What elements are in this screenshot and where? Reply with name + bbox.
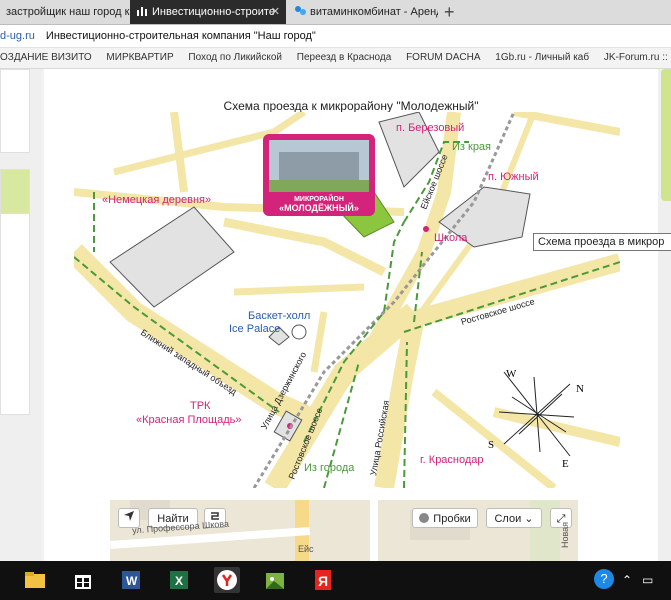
svg-text:X: X bbox=[175, 574, 183, 588]
word-icon[interactable]: W bbox=[118, 567, 144, 593]
new-tab-button[interactable]: + bbox=[444, 2, 455, 22]
street-label: Ейс bbox=[298, 544, 314, 554]
compass-n: N bbox=[576, 383, 584, 395]
svg-text:W: W bbox=[126, 574, 138, 588]
school-marker-icon bbox=[423, 226, 429, 232]
windows-taskbar: W X Я ? ⌃ ▭ bbox=[0, 561, 671, 600]
label-nemetskaya: «Немецкая деревня» bbox=[102, 194, 211, 206]
yandex-icon[interactable]: Я bbox=[310, 567, 336, 593]
left-panel-highlight bbox=[0, 169, 30, 215]
promo-line-1: МИКРОРАЙОН bbox=[294, 194, 344, 203]
right-column bbox=[658, 69, 671, 561]
left-column bbox=[0, 69, 42, 561]
tab-zastroishik[interactable]: застройщик наш город кра bbox=[0, 0, 130, 24]
bookmark-item[interactable]: 1Gb.ru - Личный каб bbox=[495, 52, 589, 63]
traffic-icon bbox=[419, 513, 430, 523]
chevron-up-icon[interactable]: ⌃ bbox=[622, 573, 632, 587]
compass-w: W bbox=[506, 368, 517, 380]
svg-text:Я: Я bbox=[318, 573, 328, 589]
close-tab-icon[interactable]: ✕ bbox=[271, 0, 280, 24]
basket-hall-marker bbox=[291, 324, 307, 340]
left-panel bbox=[0, 213, 30, 415]
browser-tab-bar: застройщик наш город кра Инвестиционно-с… bbox=[0, 0, 671, 25]
chevron-down-icon: ⌄ bbox=[524, 513, 534, 525]
label-shkola: Школа bbox=[434, 232, 468, 244]
traffic-button[interactable]: Пробки bbox=[412, 508, 478, 528]
bookmark-item[interactable]: Поход по Ликийской bbox=[188, 52, 282, 63]
interactive-map[interactable]: Найти Пробки Слои ⌄ ⤢ ул. Профессора Шко… bbox=[110, 500, 578, 562]
bookmark-item[interactable]: JK-Forum.ru :: Фору bbox=[604, 52, 671, 63]
label-berezovy: п. Березовый bbox=[396, 122, 464, 134]
tab-vitamin[interactable]: витаминкомбинат - Аренда bbox=[288, 0, 438, 24]
compass-s: S bbox=[488, 439, 494, 451]
label-iz-kraya: Из края bbox=[452, 141, 491, 153]
label-trk: ТРК bbox=[190, 400, 211, 412]
bookmark-item[interactable]: МИРКВАРТИР bbox=[106, 52, 173, 63]
url-text[interactable]: d-ug.ru bbox=[0, 30, 35, 42]
battery-icon[interactable]: ▭ bbox=[642, 573, 653, 587]
promo-line-2: «МОЛОДЁЖНЫЙ» bbox=[279, 202, 359, 213]
map-caption: Схема проезда к микрорайону "Молодежный" bbox=[223, 99, 479, 113]
label-basket-hall: Баскет-холл bbox=[248, 310, 310, 322]
navigation-arrow-icon bbox=[124, 511, 134, 521]
yandex-browser-icon[interactable] bbox=[214, 567, 240, 593]
layers-button[interactable]: Слои ⌄ bbox=[486, 508, 542, 528]
help-icon[interactable]: ? bbox=[594, 569, 614, 589]
site-favicon-icon bbox=[294, 2, 306, 15]
file-explorer-icon[interactable] bbox=[22, 567, 48, 593]
page-title-text: Инвестиционно-строительная компания "Наш… bbox=[45, 30, 316, 42]
traffic-label: Пробки bbox=[433, 513, 471, 525]
bookmark-item[interactable]: ОЗДАНИЕ ВИЗИТО bbox=[0, 52, 92, 63]
paint-icon[interactable] bbox=[262, 567, 288, 593]
store-icon[interactable] bbox=[70, 567, 96, 593]
label-iz-goroda: Из города bbox=[304, 462, 355, 474]
tab-label: застройщик наш город кра bbox=[6, 6, 130, 18]
compass-e: E bbox=[562, 458, 569, 470]
layers-label: Слои bbox=[494, 513, 522, 525]
label-krasnaya-ploshad: «Красная Площадь» bbox=[136, 414, 241, 426]
left-panel bbox=[0, 69, 30, 153]
tab-label: Инвестиционно-строите bbox=[152, 6, 275, 18]
label-ice-palace: Ice Palace bbox=[229, 323, 280, 335]
address-bar[interactable]: d-ug.ru Инвестиционно-строительная компа… bbox=[0, 25, 671, 48]
tab-invest-active[interactable]: Инвестиционно-строите ✕ bbox=[130, 0, 286, 24]
route-scheme-map: МИКРОРАЙОН «МОЛОДЁЖНЫЙ» п. Березовый Из … bbox=[74, 112, 620, 488]
tab-label: витаминкомбинат - Аренда bbox=[310, 6, 438, 18]
site-favicon-icon bbox=[136, 2, 148, 16]
excel-icon[interactable]: X bbox=[166, 567, 192, 593]
bookmark-item[interactable]: Переезд в Краснода bbox=[297, 52, 392, 63]
right-panel-highlight bbox=[661, 69, 671, 201]
label-yuzhny: п. Южный bbox=[488, 171, 539, 183]
label-krasnodar: г. Краснодар bbox=[420, 454, 484, 466]
bookmark-item[interactable]: FORUM DACHA bbox=[406, 52, 480, 63]
street-label: Новая bbox=[560, 521, 571, 549]
image-tooltip: Схема проезда в микрор bbox=[533, 233, 671, 251]
bookmarks-bar: ОЗДАНИЕ ВИЗИТО МИРКВАРТИР Поход по Ликий… bbox=[0, 48, 671, 69]
